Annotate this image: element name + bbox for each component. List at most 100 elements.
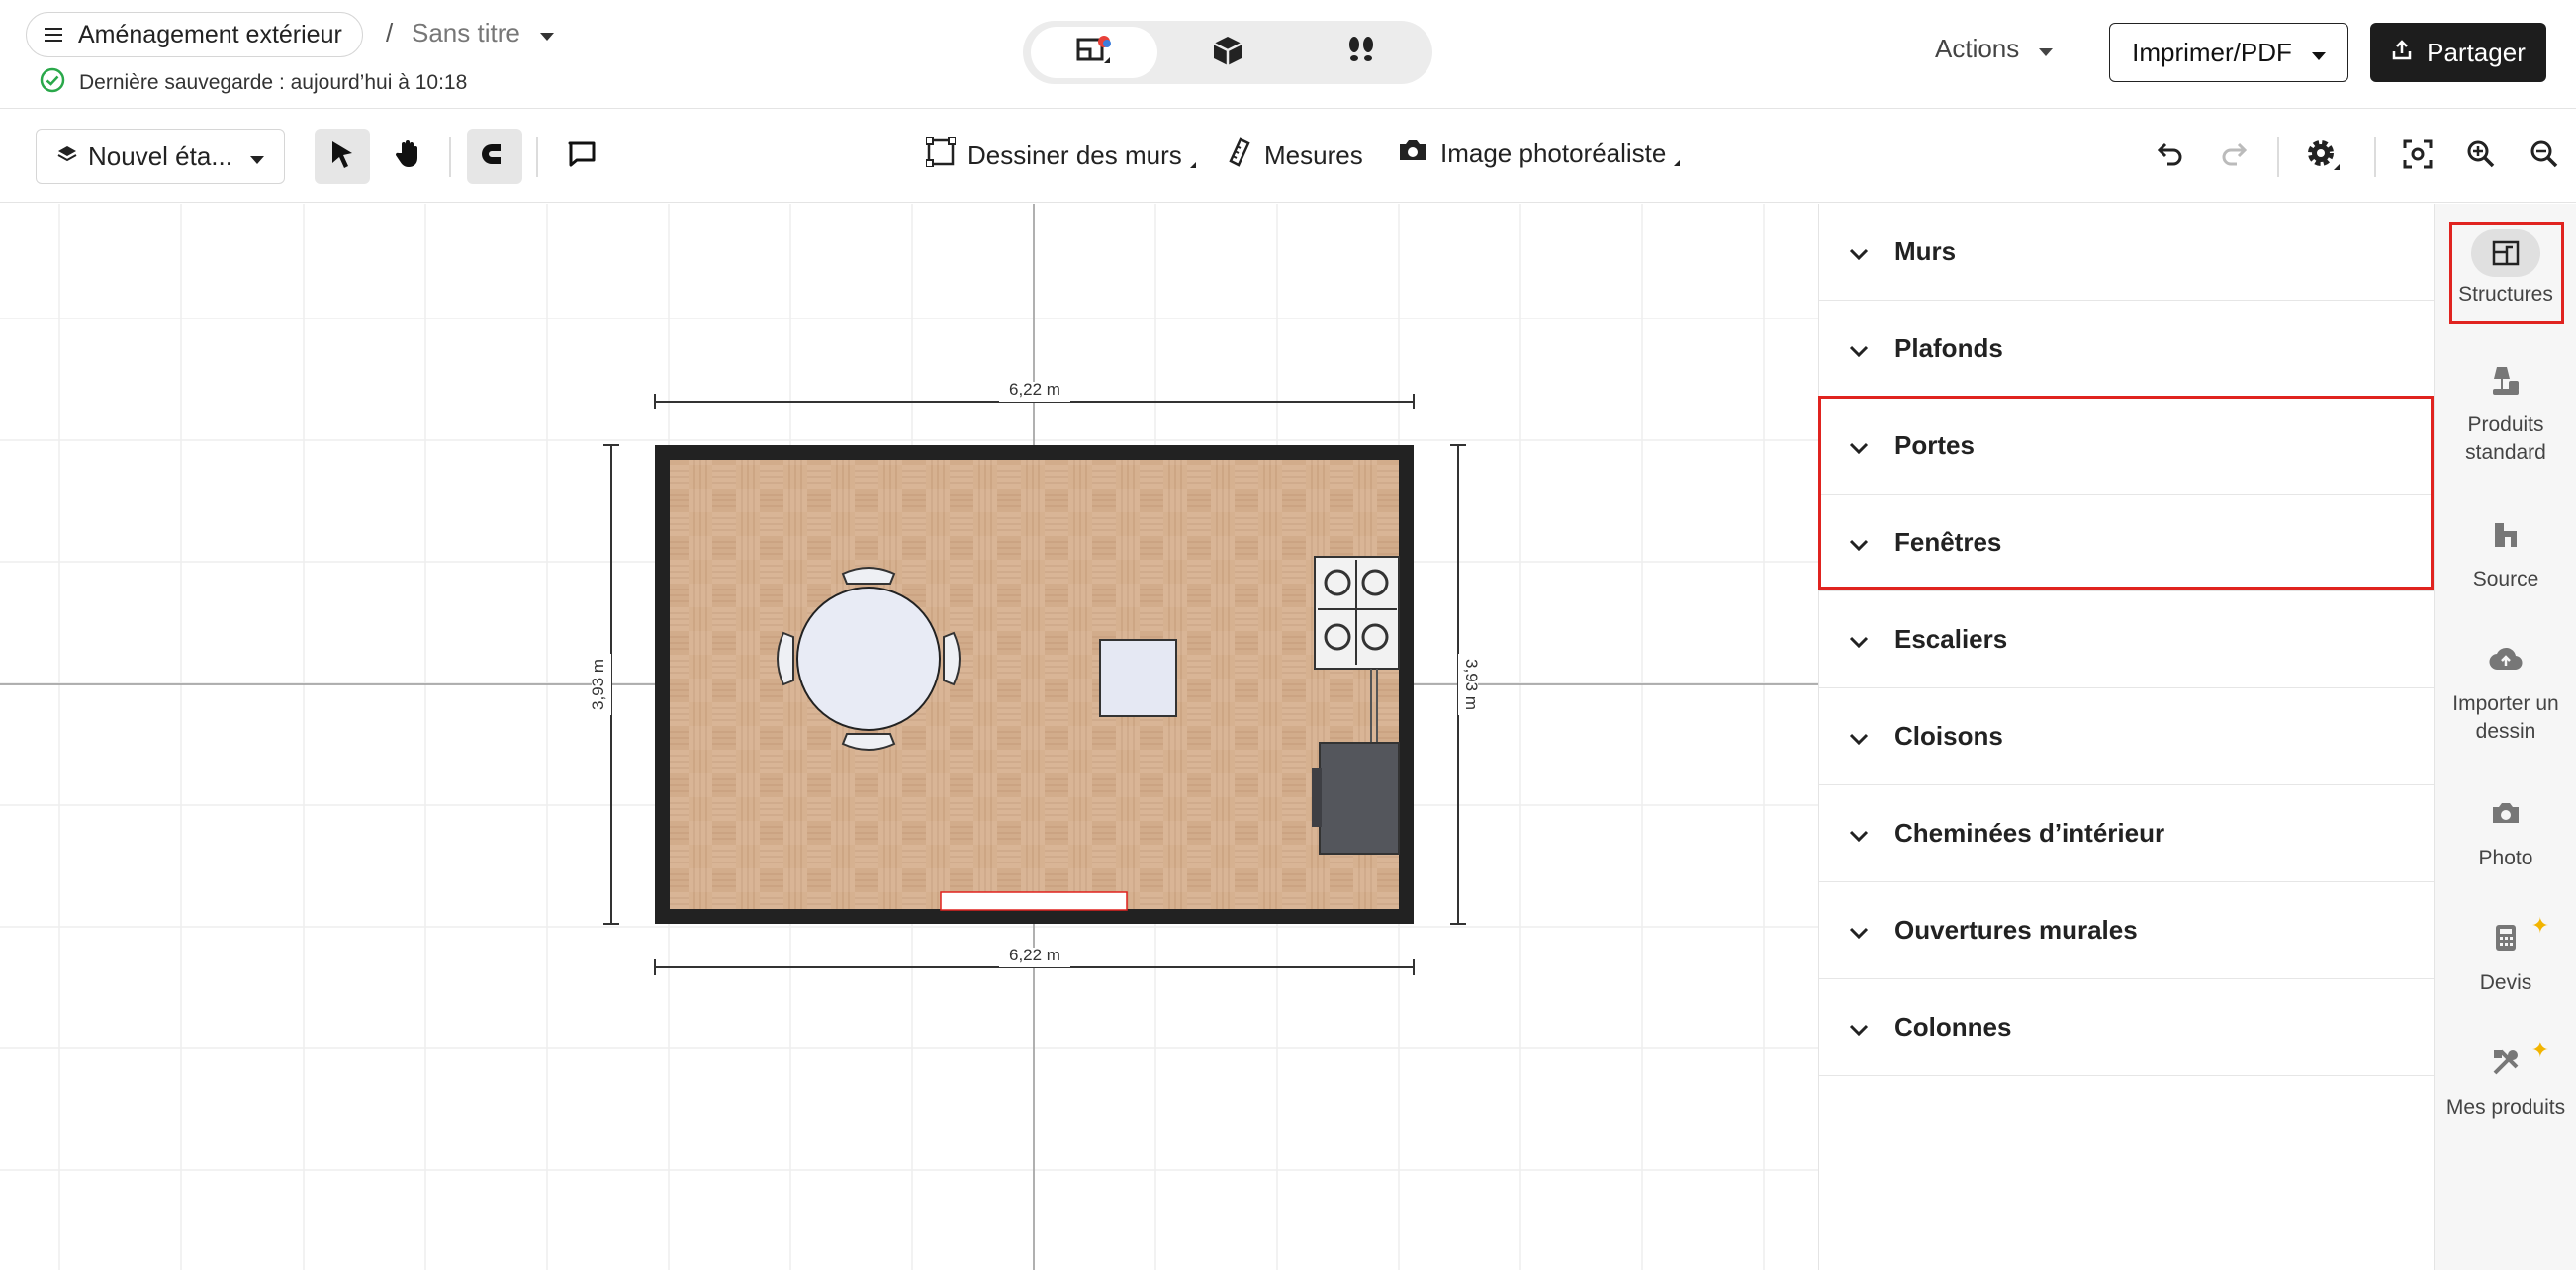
calculator-icon: ✦ [2493,913,2549,960]
tools-icon: ✦ [2491,1038,2549,1085]
accordion-fenetres[interactable]: Fenêtres [1819,495,2434,591]
view-2d-button[interactable] [1031,27,1157,78]
rail-label: Photo [2478,847,2533,869]
rail-source[interactable]: Source [2435,514,2576,593]
cloud-upload-icon [2489,646,2523,680]
walkthrough-button[interactable] [1298,27,1425,78]
dimension-left: 3,93 m [589,659,607,710]
rail-photo[interactable]: Photo [2435,793,2576,872]
settings-button[interactable] [2303,136,2343,176]
chevron-down-icon [1849,915,1869,946]
accordion-ouvertures-murales[interactable]: Ouvertures murales [1819,882,2434,979]
accordion-murs[interactable]: Murs [1819,204,2434,301]
toolbar-divider [2277,137,2279,177]
plan-2d-icon [1074,34,1114,72]
redo-icon [2219,140,2249,173]
zoom-out-icon [2530,139,2559,174]
sparkle-icon: ✦ [2530,1038,2549,1062]
actions-dropdown[interactable]: Actions [1935,34,2054,64]
rail-importer-dessin[interactable]: Importer un dessin [2435,639,2576,746]
layers-icon [56,141,78,172]
submenu-corner-icon [1189,161,1196,168]
draw-walls-label: Dessiner des murs [967,140,1182,170]
level-label: Nouvel éta... [88,140,232,171]
view-3d-button[interactable] [1164,27,1291,78]
redo-button[interactable] [2214,136,2254,176]
rail-label: Devis [2479,971,2532,994]
toolbar-divider [449,137,451,177]
zoom-in-button[interactable] [2461,136,2501,176]
undo-button[interactable] [2151,136,2190,176]
project-name: Aménagement extérieur [78,20,342,48]
accordion-portes[interactable]: Portes [1819,398,2434,495]
dimension-bottom: 6,22 m [1009,946,1060,964]
toolbar-divider [536,137,538,177]
measures-button[interactable]: Mesures [1227,137,1363,174]
accordion-colonnes[interactable]: Colonnes [1819,979,2434,1076]
rail-devis[interactable]: ✦ Devis [2435,913,2576,997]
project-menu-button[interactable]: Aménagement extérieur [26,12,363,57]
rail-mes-produits[interactable]: ✦ Mes produits [2435,1038,2576,1122]
chevron-down-icon [1849,721,1869,752]
pan-tool-button[interactable] [380,129,435,184]
room-floor [670,460,1399,909]
view-mode-toggle [1023,21,1432,84]
focus-frame-icon [2403,139,2433,174]
comment-tool-button[interactable] [554,129,609,184]
share-button[interactable]: Partager [2370,23,2546,82]
rail-label: Produits standard [2465,413,2546,464]
ruler-icon [1227,137,1252,174]
zoom-in-icon [2466,139,2496,174]
chevron-down-icon [1849,236,1869,267]
accordion-plafonds[interactable]: Plafonds [1819,301,2434,398]
photoreal-image-label: Image photoréaliste [1440,138,1667,168]
breadcrumb-separator: / [386,18,394,47]
caret-down-icon [250,141,264,172]
accordion-label: Colonnes [1894,1012,2012,1042]
save-status: Dernière sauvegarde : aujourd’hui à 10:1… [40,67,467,99]
check-circle-icon [40,67,65,99]
caret-down-icon [2039,34,2054,64]
fit-view-button[interactable] [2398,136,2438,176]
side-table [1099,639,1177,717]
select-tool-button[interactable] [315,129,370,184]
chevron-down-icon [1849,1012,1869,1043]
chevron-down-icon [1849,818,1869,849]
footprints-icon [1344,34,1378,72]
magnet-icon [479,141,510,172]
accordion-label: Cloisons [1894,721,2003,751]
structures-panel: Murs Plafonds Portes Fenêtres Escaliers … [1818,204,2434,1270]
furniture-lamp-icon [2489,363,2523,405]
accordion-label: Portes [1894,430,1975,460]
hand-icon [393,139,422,174]
accordion-cheminees[interactable]: Cheminées d’intérieur [1819,785,2434,882]
camera-icon [2490,800,2522,834]
accordion-label: Ouvertures murales [1894,915,2138,945]
camera-icon [1397,137,1428,170]
document-title-dropdown[interactable]: Sans titre [412,18,554,48]
accordion-escaliers[interactable]: Escaliers [1819,591,2434,688]
accordion-cloisons[interactable]: Cloisons [1819,688,2434,785]
zoom-out-button[interactable] [2525,136,2564,176]
accordion-label: Murs [1894,236,1957,266]
print-pdf-button[interactable]: Imprimer/PDF [2109,23,2348,82]
floor-plan-canvas[interactable]: 6,22 m 6,22 m 3,93 m 3,93 m [0,204,1818,1270]
snap-magnet-button[interactable] [467,129,522,184]
rail-produits-standard[interactable]: Produits standard [2435,360,2576,467]
refrigerator-handle [1312,768,1322,827]
top-header: Aménagement extérieur / Sans titre Derni… [0,0,2576,109]
hamburger-icon [45,21,62,49]
draw-walls-icon [925,136,957,174]
floor-plan-drawing: 6,22 m 6,22 m 3,93 m 3,93 m [0,204,1818,1270]
rail-label: Source [2472,568,2539,590]
rail-label: Structures [2458,283,2553,306]
source-building-icon [2491,519,2521,557]
caret-down-icon [539,18,554,48]
rail-structures[interactable]: Structures [2435,229,2576,309]
accordion-label: Escaliers [1894,624,2008,654]
level-dropdown[interactable]: Nouvel éta... [36,129,285,184]
save-status-text: Dernière sauvegarde : aujourd’hui à 10:1… [79,71,468,94]
rail-label: Mes produits [2445,1096,2566,1119]
photoreal-image-button[interactable]: Image photoréaliste [1397,137,1681,170]
draw-walls-button[interactable]: Dessiner des murs [925,136,1196,174]
